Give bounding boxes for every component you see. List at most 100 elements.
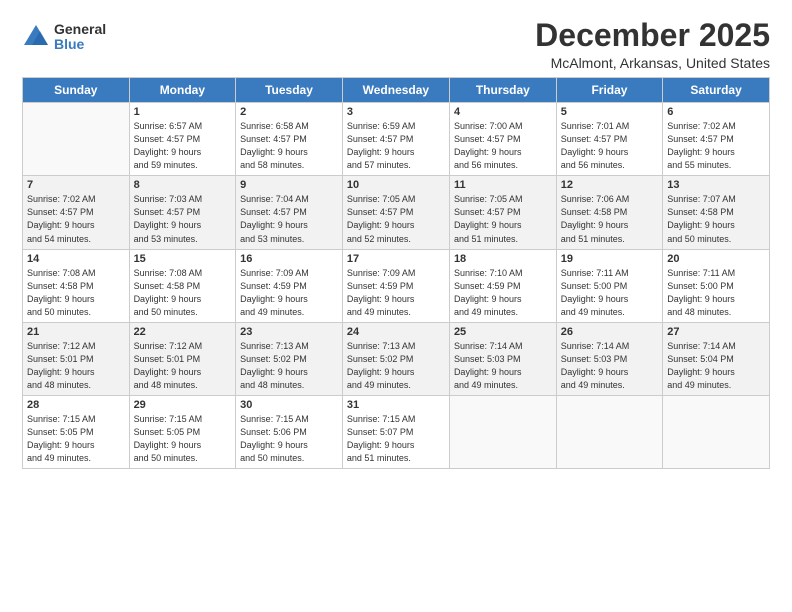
day-info: Sunrise: 7:14 AM Sunset: 5:03 PM Dayligh…	[561, 340, 658, 392]
week-row-0: 1 Sunrise: 6:57 AM Sunset: 4:57 PM Daylig…	[23, 103, 770, 176]
day-cell: 4 Sunrise: 7:00 AM Sunset: 4:57 PM Daylig…	[449, 103, 556, 176]
day-number: 5	[561, 106, 658, 118]
day-cell: 25 Sunrise: 7:14 AM Sunset: 5:03 PM Dayli…	[449, 322, 556, 395]
day-info: Sunrise: 6:59 AM Sunset: 4:57 PM Dayligh…	[347, 120, 445, 172]
day-number: 28	[27, 399, 125, 411]
header-row: SundayMondayTuesdayWednesdayThursdayFrid…	[23, 78, 770, 103]
day-info: Sunrise: 7:15 AM Sunset: 5:05 PM Dayligh…	[27, 413, 125, 465]
day-number: 11	[454, 179, 552, 191]
day-number: 31	[347, 399, 445, 411]
logo-icon	[22, 23, 50, 51]
day-cell: 17 Sunrise: 7:09 AM Sunset: 4:59 PM Dayli…	[342, 249, 449, 322]
day-info: Sunrise: 7:02 AM Sunset: 4:57 PM Dayligh…	[667, 120, 765, 172]
day-info: Sunrise: 7:13 AM Sunset: 5:02 PM Dayligh…	[240, 340, 338, 392]
day-info: Sunrise: 7:03 AM Sunset: 4:57 PM Dayligh…	[134, 193, 232, 245]
day-number: 17	[347, 253, 445, 265]
day-number: 1	[134, 106, 232, 118]
day-cell: 29 Sunrise: 7:15 AM Sunset: 5:05 PM Dayli…	[129, 395, 236, 468]
week-row-1: 7Sunrise: 7:02 AM Sunset: 4:57 PM Daylig…	[23, 176, 770, 249]
day-number: 25	[454, 326, 552, 338]
day-cell	[663, 395, 770, 468]
day-info: Sunrise: 7:08 AM Sunset: 4:58 PM Dayligh…	[27, 267, 125, 319]
day-info: Sunrise: 7:12 AM Sunset: 5:01 PM Dayligh…	[134, 340, 232, 392]
day-number: 13	[667, 179, 765, 191]
day-cell: 24 Sunrise: 7:13 AM Sunset: 5:02 PM Dayli…	[342, 322, 449, 395]
day-cell	[449, 395, 556, 468]
header-cell-tuesday: Tuesday	[236, 78, 343, 103]
calendar: SundayMondayTuesdayWednesdayThursdayFrid…	[22, 77, 770, 469]
day-cell: 22 Sunrise: 7:12 AM Sunset: 5:01 PM Dayli…	[129, 322, 236, 395]
day-info: Sunrise: 7:09 AM Sunset: 4:59 PM Dayligh…	[240, 267, 338, 319]
logo-blue: Blue	[54, 37, 106, 52]
day-number: 10	[347, 179, 445, 191]
day-number: 9	[240, 179, 338, 191]
day-info: Sunrise: 7:01 AM Sunset: 4:57 PM Dayligh…	[561, 120, 658, 172]
logo-text: General Blue	[54, 22, 106, 53]
logo-general: General	[54, 22, 106, 37]
day-cell: 20 Sunrise: 7:11 AM Sunset: 5:00 PM Dayli…	[663, 249, 770, 322]
day-info: Sunrise: 7:05 AM Sunset: 4:57 PM Dayligh…	[347, 193, 445, 245]
day-number: 29	[134, 399, 232, 411]
day-cell	[23, 103, 130, 176]
day-number: 2	[240, 106, 338, 118]
day-info: Sunrise: 7:06 AM Sunset: 4:58 PM Dayligh…	[561, 193, 658, 245]
day-cell: 15 Sunrise: 7:08 AM Sunset: 4:58 PM Dayli…	[129, 249, 236, 322]
day-number: 12	[561, 179, 658, 191]
subtitle: McAlmont, Arkansas, United States	[535, 55, 770, 71]
day-number: 23	[240, 326, 338, 338]
day-number: 22	[134, 326, 232, 338]
day-info: Sunrise: 7:11 AM Sunset: 5:00 PM Dayligh…	[667, 267, 765, 319]
day-info: Sunrise: 7:09 AM Sunset: 4:59 PM Dayligh…	[347, 267, 445, 319]
day-cell: 2 Sunrise: 6:58 AM Sunset: 4:57 PM Daylig…	[236, 103, 343, 176]
week-row-2: 14Sunrise: 7:08 AM Sunset: 4:58 PM Dayli…	[23, 249, 770, 322]
day-info: Sunrise: 6:58 AM Sunset: 4:57 PM Dayligh…	[240, 120, 338, 172]
day-number: 7	[27, 179, 125, 191]
day-info: Sunrise: 7:10 AM Sunset: 4:59 PM Dayligh…	[454, 267, 552, 319]
day-cell: 7Sunrise: 7:02 AM Sunset: 4:57 PM Daylig…	[23, 176, 130, 249]
day-number: 30	[240, 399, 338, 411]
day-cell: 30Sunrise: 7:15 AM Sunset: 5:06 PM Dayli…	[236, 395, 343, 468]
day-cell: 1 Sunrise: 6:57 AM Sunset: 4:57 PM Daylig…	[129, 103, 236, 176]
day-number: 20	[667, 253, 765, 265]
week-row-3: 21 Sunrise: 7:12 AM Sunset: 5:01 PM Dayli…	[23, 322, 770, 395]
day-number: 6	[667, 106, 765, 118]
day-info: Sunrise: 7:04 AM Sunset: 4:57 PM Dayligh…	[240, 193, 338, 245]
day-number: 26	[561, 326, 658, 338]
day-cell: 12 Sunrise: 7:06 AM Sunset: 4:58 PM Dayli…	[556, 176, 662, 249]
logo: General Blue	[22, 22, 106, 53]
day-info: Sunrise: 7:14 AM Sunset: 5:03 PM Dayligh…	[454, 340, 552, 392]
day-cell: 5 Sunrise: 7:01 AM Sunset: 4:57 PM Daylig…	[556, 103, 662, 176]
header-cell-monday: Monday	[129, 78, 236, 103]
day-number: 4	[454, 106, 552, 118]
day-info: Sunrise: 7:08 AM Sunset: 4:58 PM Dayligh…	[134, 267, 232, 319]
header-cell-friday: Friday	[556, 78, 662, 103]
day-number: 16	[240, 253, 338, 265]
day-info: Sunrise: 6:57 AM Sunset: 4:57 PM Dayligh…	[134, 120, 232, 172]
day-info: Sunrise: 7:13 AM Sunset: 5:02 PM Dayligh…	[347, 340, 445, 392]
day-info: Sunrise: 7:00 AM Sunset: 4:57 PM Dayligh…	[454, 120, 552, 172]
day-number: 24	[347, 326, 445, 338]
header: General Blue December 2025 McAlmont, Ark…	[22, 18, 770, 71]
day-cell: 10 Sunrise: 7:05 AM Sunset: 4:57 PM Dayli…	[342, 176, 449, 249]
main-title: December 2025	[535, 18, 770, 53]
day-number: 27	[667, 326, 765, 338]
day-info: Sunrise: 7:14 AM Sunset: 5:04 PM Dayligh…	[667, 340, 765, 392]
day-number: 19	[561, 253, 658, 265]
day-cell: 23 Sunrise: 7:13 AM Sunset: 5:02 PM Dayli…	[236, 322, 343, 395]
day-cell: 26 Sunrise: 7:14 AM Sunset: 5:03 PM Dayli…	[556, 322, 662, 395]
day-cell	[556, 395, 662, 468]
day-info: Sunrise: 7:15 AM Sunset: 5:05 PM Dayligh…	[134, 413, 232, 465]
header-cell-wednesday: Wednesday	[342, 78, 449, 103]
header-cell-sunday: Sunday	[23, 78, 130, 103]
day-cell: 14Sunrise: 7:08 AM Sunset: 4:58 PM Dayli…	[23, 249, 130, 322]
header-cell-saturday: Saturday	[663, 78, 770, 103]
day-info: Sunrise: 7:12 AM Sunset: 5:01 PM Dayligh…	[27, 340, 125, 392]
day-number: 15	[134, 253, 232, 265]
header-cell-thursday: Thursday	[449, 78, 556, 103]
day-number: 21	[27, 326, 125, 338]
day-cell: 21 Sunrise: 7:12 AM Sunset: 5:01 PM Dayli…	[23, 322, 130, 395]
day-cell: 19Sunrise: 7:11 AM Sunset: 5:00 PM Dayli…	[556, 249, 662, 322]
day-number: 18	[454, 253, 552, 265]
day-cell: 9 Sunrise: 7:04 AM Sunset: 4:57 PM Daylig…	[236, 176, 343, 249]
week-row-4: 28 Sunrise: 7:15 AM Sunset: 5:05 PM Dayli…	[23, 395, 770, 468]
